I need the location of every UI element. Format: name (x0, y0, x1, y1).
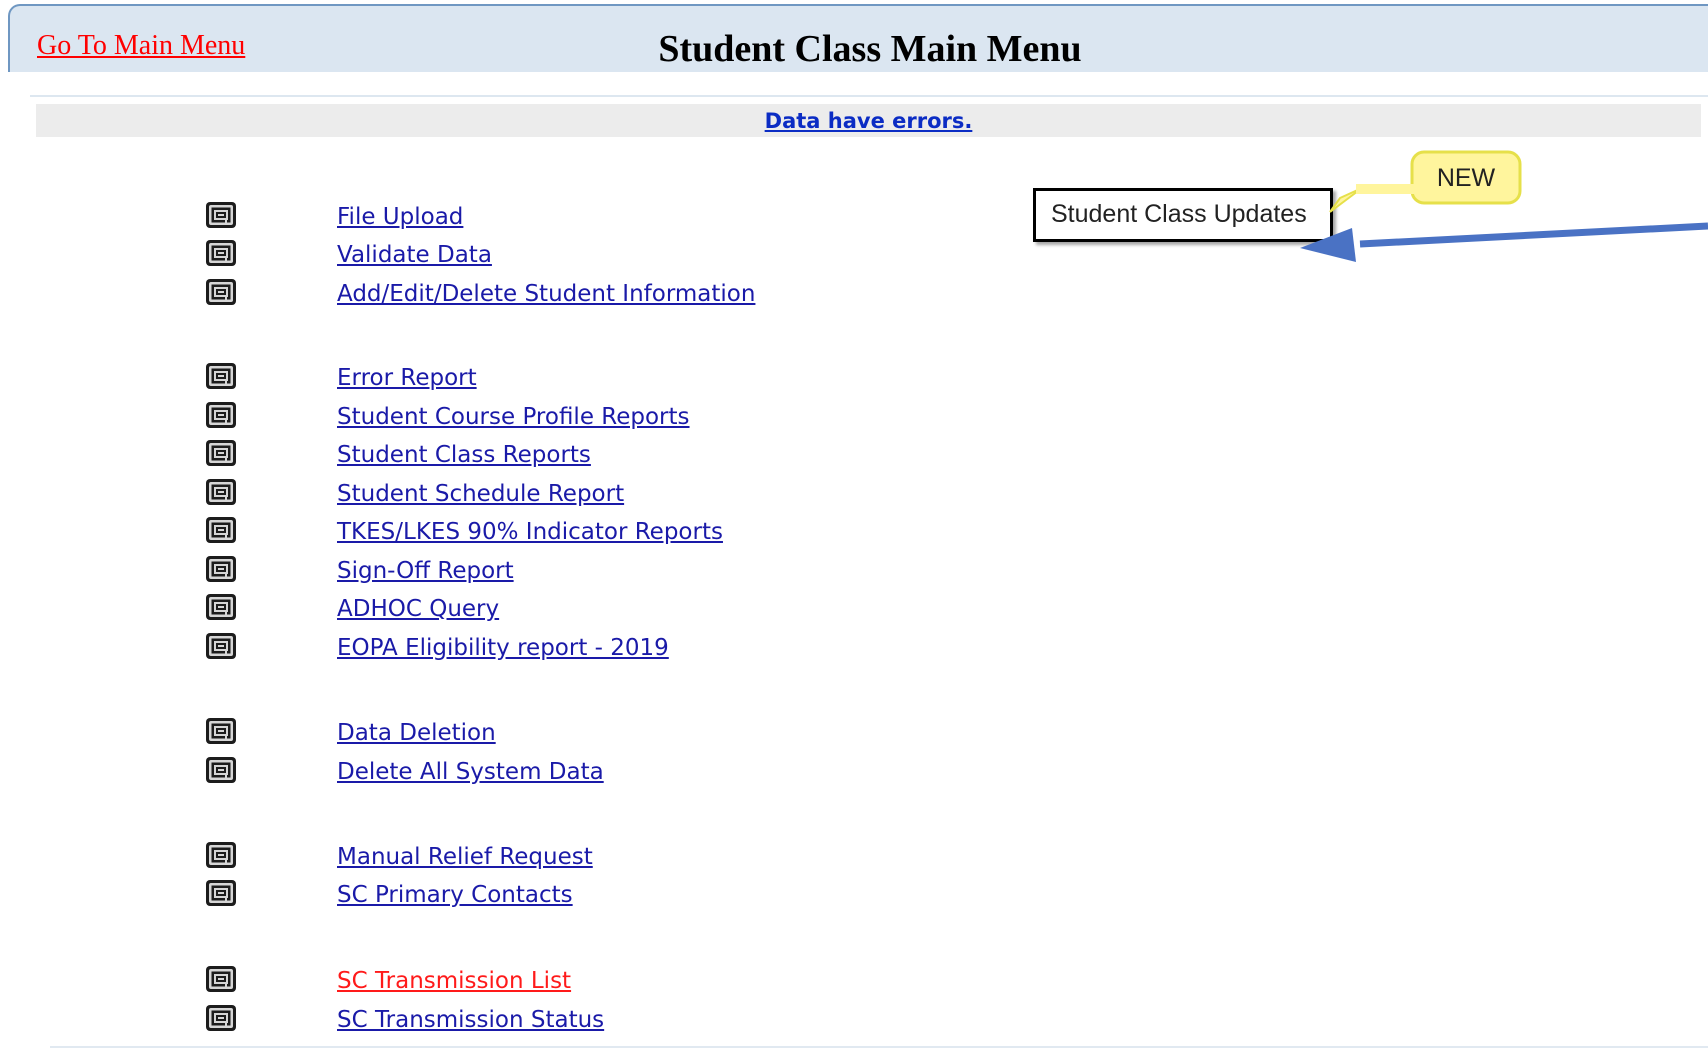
data-deletion-link[interactable]: Data Deletion (337, 720, 496, 746)
eopa-eligibility-link[interactable]: EOPA Eligibility report - 2019 (337, 635, 669, 661)
square-spiral-icon[interactable] (205, 1004, 237, 1032)
header-divider (30, 95, 1708, 97)
student-information-link[interactable]: Add/Edit/Delete Student Information (337, 281, 755, 307)
schedule-report-link[interactable]: Student Schedule Report (337, 481, 624, 507)
blue-arrow-icon (1300, 222, 1708, 262)
transmission-status-link[interactable]: SC Transmission Status (337, 1007, 604, 1033)
go-to-main-menu-link[interactable]: Go To Main Menu (37, 30, 245, 62)
square-spiral-icon[interactable] (205, 841, 237, 869)
data-errors-link[interactable]: Data have errors. (36, 109, 1701, 133)
footer-divider (50, 1046, 1708, 1048)
delete-all-data-link[interactable]: Delete All System Data (337, 759, 604, 785)
square-spiral-icon[interactable] (205, 717, 237, 745)
sign-off-report-link[interactable]: Sign-Off Report (337, 558, 514, 584)
transmission-list-link[interactable]: SC Transmission List (337, 968, 571, 994)
new-badge-pointer (1329, 187, 1363, 213)
primary-contacts-link[interactable]: SC Primary Contacts (337, 882, 573, 908)
square-spiral-icon[interactable] (205, 362, 237, 390)
student-class-updates-box[interactable]: Student Class Updates (1033, 188, 1333, 242)
page-title: Student Class Main Menu (658, 28, 1082, 70)
square-spiral-icon[interactable] (205, 879, 237, 907)
new-badge: NEW (1356, 150, 1522, 205)
square-spiral-icon[interactable] (205, 478, 237, 506)
square-spiral-icon[interactable] (205, 965, 237, 993)
square-spiral-icon[interactable] (205, 401, 237, 429)
square-spiral-icon[interactable] (205, 239, 237, 267)
square-spiral-icon[interactable] (205, 439, 237, 467)
student-class-updates-label: Student Class Updates (1051, 200, 1307, 228)
indicator-reports-link[interactable]: TKES/LKES 90% Indicator Reports (337, 519, 723, 545)
class-reports-link[interactable]: Student Class Reports (337, 442, 591, 468)
error-banner: Data have errors. (36, 104, 1701, 137)
square-spiral-icon[interactable] (205, 516, 237, 544)
square-spiral-icon[interactable] (205, 201, 237, 229)
new-badge-label: NEW (1437, 164, 1496, 192)
validate-data-link[interactable]: Validate Data (337, 242, 492, 268)
square-spiral-icon[interactable] (205, 278, 237, 306)
page: Go To Main Menu Student Class Main Menu … (0, 0, 1708, 1053)
error-report-link[interactable]: Error Report (337, 365, 477, 391)
callout-overlay: NEW (1300, 150, 1708, 262)
square-spiral-icon[interactable] (205, 632, 237, 660)
course-profile-reports-link[interactable]: Student Course Profile Reports (337, 404, 690, 430)
manual-relief-request-link[interactable]: Manual Relief Request (337, 844, 593, 870)
adhoc-query-link[interactable]: ADHOC Query (337, 596, 499, 622)
square-spiral-icon[interactable] (205, 756, 237, 784)
square-spiral-icon[interactable] (205, 593, 237, 621)
file-upload-link[interactable]: File Upload (337, 204, 463, 230)
square-spiral-icon[interactable] (205, 555, 237, 583)
